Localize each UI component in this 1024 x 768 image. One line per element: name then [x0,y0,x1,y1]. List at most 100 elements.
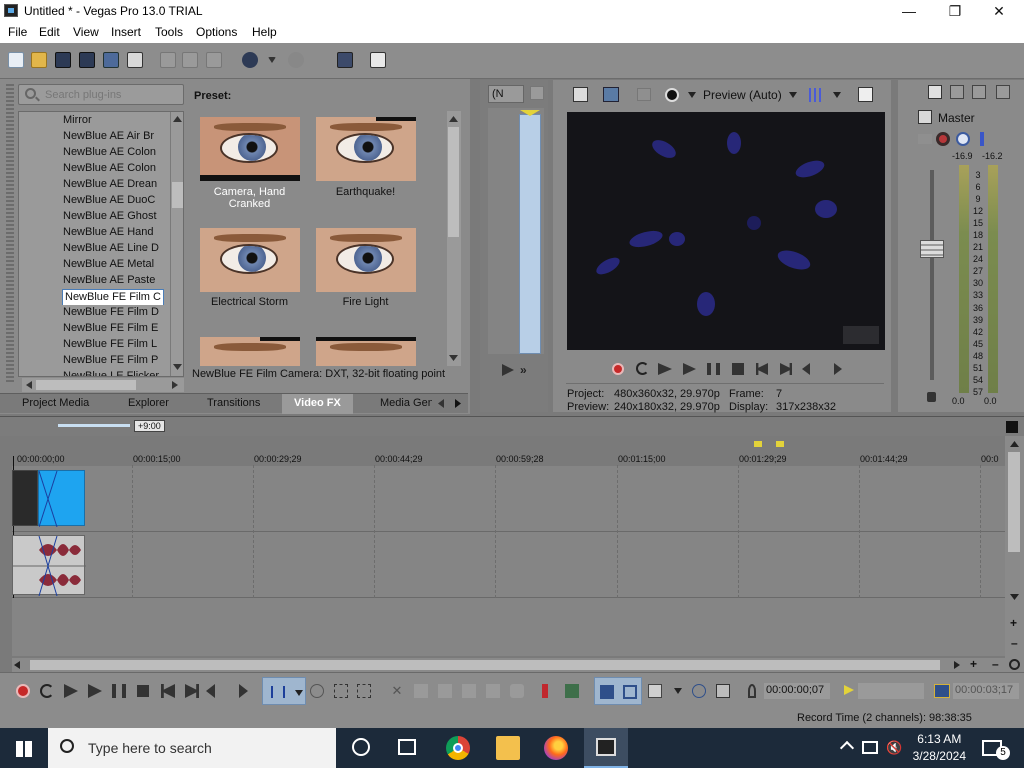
normal-edit-tool[interactable] [262,677,306,705]
properties-icon[interactable] [127,52,143,68]
envelope-tool-icon[interactable] [310,684,324,698]
external-monitor-icon[interactable] [603,87,619,102]
save-as-icon[interactable] [79,52,95,68]
solo-icon[interactable] [980,132,984,146]
tab-transitions[interactable]: Transitions [207,397,260,409]
chrome-icon[interactable] [446,736,470,760]
chevron-up-icon[interactable] [839,740,855,756]
video-clip[interactable] [12,470,38,526]
insert-region-icon[interactable] [565,684,579,698]
scroll-down-icon[interactable] [449,355,458,361]
video-fx-icon[interactable] [665,88,679,102]
plugin-item[interactable]: NewBlue FE Film P [62,353,183,369]
tab-media-generators[interactable]: Media Gene [380,397,432,409]
insert-fx-icon[interactable] [918,134,932,144]
timeline-ruler[interactable]: 00:00:00;00 00:00:15;00 00:00:29;29 00:0… [12,450,1005,466]
scroll-right-icon[interactable] [954,661,960,669]
end-time-field[interactable]: 00:00:03;17 [953,683,1019,699]
video-clip-transition[interactable] [38,470,85,527]
file-explorer-icon[interactable] [496,736,520,760]
selection-start-field[interactable] [858,683,924,699]
plugin-search-field[interactable]: Search plug-ins [18,84,184,105]
scroll-down-icon[interactable] [1010,594,1019,600]
preset-thumbnail[interactable] [316,337,416,366]
task-view-icon[interactable] [398,739,416,755]
tabs-scroll-left-icon[interactable] [438,399,444,408]
redo-icon[interactable] [288,52,304,68]
downmix-icon[interactable] [950,85,964,99]
go-to-start-icon[interactable] [161,684,175,698]
preview-quality-dropdown-icon[interactable] [789,92,797,98]
taskbar-search-box[interactable]: Type here to search [48,728,336,768]
menu-view[interactable]: View [73,25,99,39]
delete-icon[interactable]: ✕ [390,684,404,698]
tab-project-media[interactable]: Project Media [22,397,89,409]
dim-output-icon[interactable] [972,85,986,99]
master-fader-handle[interactable] [920,240,944,258]
fx-brush-icon[interactable] [337,52,353,68]
mixer-layout-icon[interactable] [996,85,1010,99]
pause-icon[interactable] [707,363,720,375]
split-icon[interactable] [486,684,500,698]
mixer-properties-icon[interactable] [928,85,942,99]
video-track[interactable] [12,466,1005,532]
preset-scrollbar[interactable] [447,111,461,366]
plugin-item[interactable]: NewBlue AE DuoC [62,193,183,209]
trimmer-dropdown[interactable]: (N [488,85,524,103]
selection-tool-icon[interactable] [334,684,348,698]
undo-dropdown-icon[interactable] [268,57,276,63]
plugin-tree-hscrollbar[interactable] [22,378,184,392]
plugin-item[interactable]: NewBlue FE Film D [62,305,183,321]
vegas-taskbar-button[interactable] [584,728,628,768]
open-folder-icon[interactable] [31,52,47,68]
new-icon[interactable] [8,52,24,68]
ignore-grouping-icon[interactable] [716,684,730,698]
next-frame-icon[interactable] [239,684,248,698]
scroll-thumb[interactable] [172,182,183,208]
plugin-item[interactable]: NewBlue AE Hand [62,225,183,241]
maximize-button[interactable]: ❐ [932,0,978,22]
audio-track[interactable] [12,532,1005,598]
fx-dropdown-icon[interactable] [688,92,696,98]
menu-edit[interactable]: Edit [39,25,60,39]
zoom-out-horizontal-icon[interactable]: – [992,657,999,671]
record-icon[interactable] [612,363,624,375]
scroll-up-icon[interactable] [449,116,458,122]
timeline-vscrollbar[interactable]: + – [1005,436,1024,658]
markers-icon[interactable] [1006,421,1018,433]
plugin-item[interactable]: Mirror [62,113,183,129]
insert-marker-icon[interactable] [542,684,548,698]
video-preview-screen[interactable] [567,112,885,350]
auto-crossfades-icon[interactable] [623,685,637,699]
trimmer-more-icon[interactable]: » [520,363,527,377]
cut-icon[interactable] [160,52,176,68]
overlays-icon[interactable] [809,88,824,102]
preset-thumbnail-fire-light[interactable] [316,228,416,292]
scroll-left-icon[interactable] [14,661,20,669]
copy-snapshot-icon[interactable] [858,87,873,102]
lock-icon[interactable] [927,392,936,402]
edit-tool-dropdown-icon[interactable] [295,690,303,696]
tab-explorer[interactable]: Explorer [128,397,169,409]
scroll-right-icon[interactable] [172,381,178,389]
loop-playback-icon[interactable] [40,684,54,698]
preset-thumbnail-camera-hand-cranked[interactable] [200,117,300,181]
preset-thumbnail-earthquake[interactable] [316,117,416,181]
zoom-out-vertical-icon[interactable]: – [1011,636,1018,650]
plugin-item[interactable]: NewBlue AE Paste [62,273,183,289]
mute-icon[interactable] [956,132,970,146]
plugin-tree-scrollbar[interactable] [170,112,183,376]
firefox-icon[interactable] [544,736,568,760]
zoom-selection-icon[interactable] [357,684,371,698]
preset-scroll-thumb[interactable] [448,127,459,237]
plugin-item[interactable]: NewBlue FE Film L [62,337,183,353]
preview-properties-icon[interactable] [573,87,588,102]
trim-start-icon[interactable] [438,684,452,698]
notifications-icon[interactable]: 5 [982,740,1010,760]
windows-start-icon[interactable] [16,741,32,757]
scroll-up-icon[interactable] [173,116,182,122]
lock-event-icon[interactable] [510,684,524,698]
timeline-hscrollbar[interactable]: + – [12,657,1024,672]
minimize-button[interactable]: — [886,0,932,22]
trim-icon[interactable] [414,684,428,698]
